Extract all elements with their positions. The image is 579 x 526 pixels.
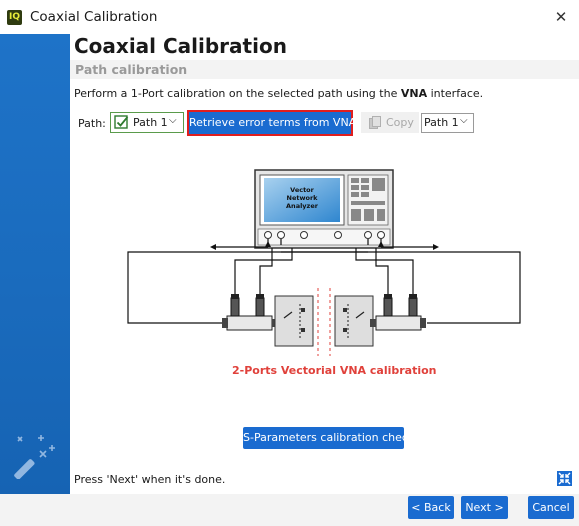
collapse-arrows-icon[interactable]	[557, 471, 572, 486]
copy-icon	[369, 116, 381, 129]
calibration-diagram: Vector Network Analyzer	[127, 169, 521, 356]
copy-target-path-select[interactable]: Path 1 ⌵	[421, 113, 474, 133]
instructions-suffix: interface.	[427, 87, 484, 100]
wizard-sidebar	[0, 34, 70, 494]
close-icon[interactable]: ✕	[548, 5, 574, 29]
chevron-down-icon: ⌵	[169, 115, 177, 126]
vna-label-line1: Vector	[290, 186, 315, 194]
retrieve-error-terms-button[interactable]: Retrieve error terms from VNA	[187, 110, 356, 136]
page-title: Coaxial Calibration	[74, 34, 287, 58]
iq-logo-icon: IQ	[7, 10, 22, 25]
instructions-text: Perform a 1-Port calibration on the sele…	[74, 87, 483, 100]
instructions-emphasis: VNA	[400, 87, 428, 100]
status-text: Press 'Next' when it's done.	[74, 473, 226, 486]
vna-label-line3: Analyzer	[286, 202, 319, 210]
path-label: Path:	[78, 117, 106, 130]
diagram-caption: 2-Ports Vectorial VNA calibration	[232, 364, 437, 377]
left-test-fixture	[222, 294, 314, 347]
chevron-down-icon: ⌵	[460, 115, 468, 126]
instructions-prefix: Perform a 1-Port calibration on the sele…	[74, 87, 401, 100]
magic-wand-icon	[14, 435, 55, 479]
page-subtitle: Path calibration	[75, 62, 188, 77]
window-title: Coaxial Calibration	[30, 9, 158, 25]
cancel-button[interactable]: Cancel	[528, 496, 574, 519]
copy-button[interactable]: Copy	[361, 112, 419, 133]
path-select[interactable]: Path 1 ⌵	[110, 112, 184, 133]
right-test-fixture	[334, 294, 426, 347]
vna-instrument: Vector Network Analyzer	[254, 169, 394, 249]
s-parameters-check-button[interactable]: S-Parameters calibration check	[243, 427, 414, 449]
copy-label: Copy	[386, 116, 414, 129]
vna-label-line2: Network	[287, 194, 319, 202]
copy-target-path-value: Path 1	[424, 116, 459, 129]
next-button[interactable]: Next >	[461, 496, 508, 519]
path-select-value: Path 1	[133, 116, 168, 129]
checkmark-icon	[114, 115, 129, 129]
back-button[interactable]: < Back	[408, 496, 454, 519]
